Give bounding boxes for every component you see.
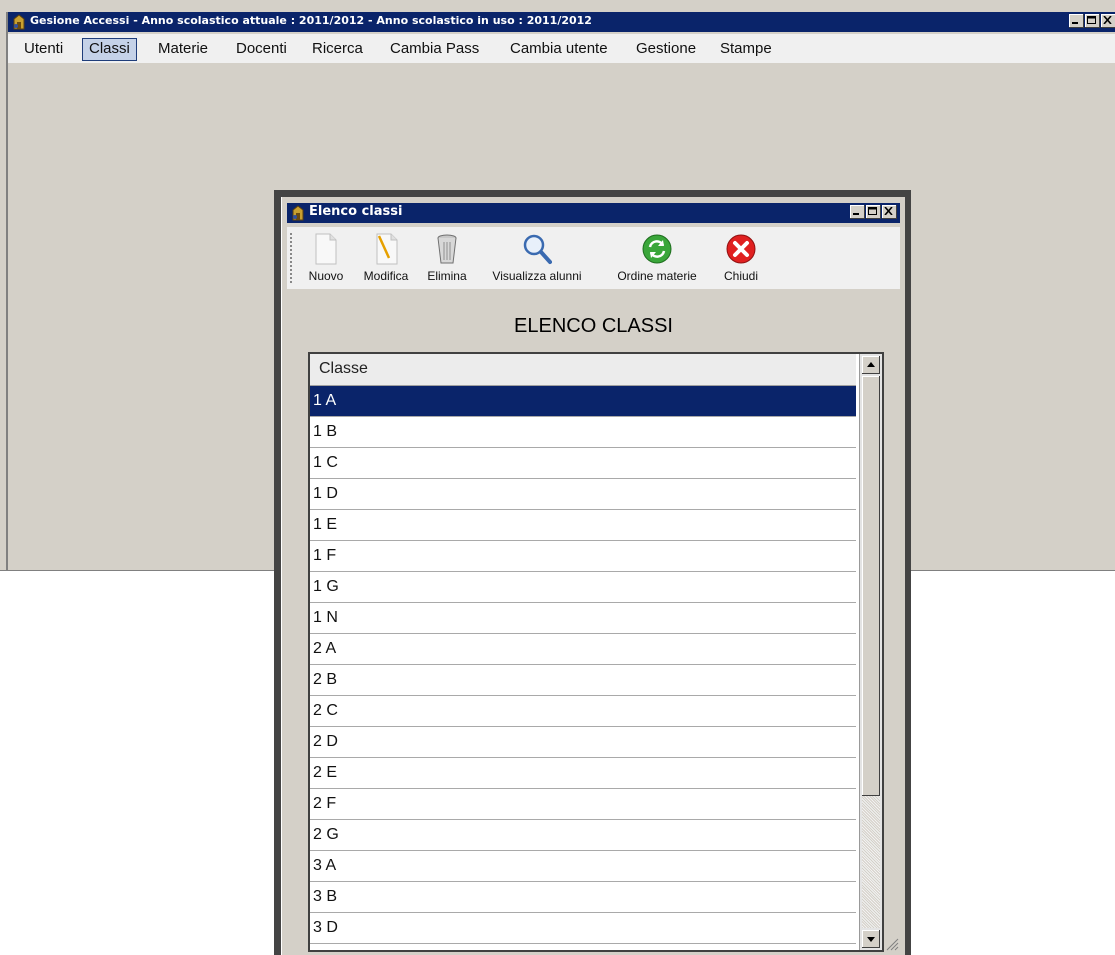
maximize-icon <box>868 207 877 215</box>
window-border <box>6 12 8 570</box>
table-row[interactable]: 3 D <box>310 913 856 944</box>
modifica-label: Modifica <box>363 269 409 283</box>
nuovo-button[interactable]: Nuovo <box>301 231 351 283</box>
ordine-materie-label: Ordine materie <box>617 269 697 283</box>
app-icon <box>292 205 304 221</box>
table-row[interactable]: 1 A <box>310 386 856 417</box>
elimina-label: Elimina <box>427 269 467 283</box>
menu-stampe[interactable]: Stampe <box>714 38 778 59</box>
column-header-classe[interactable]: Classe <box>310 354 856 386</box>
table-row[interactable]: 1 N <box>310 603 856 634</box>
menu-materie[interactable]: Materie <box>152 38 214 59</box>
maximize-button[interactable] <box>1085 14 1100 28</box>
minimize-icon <box>1072 22 1078 24</box>
table-row[interactable]: 2 G <box>310 820 856 851</box>
minimize-icon <box>853 213 859 215</box>
column-header-label: Classe <box>319 360 368 377</box>
scroll-up-button[interactable] <box>862 356 880 374</box>
toolbar: Nuovo Modifica Elimina Visualizza alunni… <box>287 227 900 289</box>
maximize-icon <box>1087 16 1096 24</box>
table-row[interactable]: 1 E <box>310 510 856 541</box>
close-button[interactable] <box>882 205 897 219</box>
table-row[interactable]: 1 F <box>310 541 856 572</box>
close-icon <box>884 207 893 215</box>
scrollbar-track[interactable] <box>862 796 880 928</box>
toolbar-grip[interactable] <box>290 233 295 283</box>
close-button[interactable] <box>1101 14 1115 28</box>
elenco-classi-dialog: Elenco classi Nuovo Modifica Elimina Vis… <box>274 190 911 955</box>
table-row[interactable]: 1 G <box>310 572 856 603</box>
dialog-title: Elenco classi <box>309 204 403 219</box>
table-row[interactable]: 2 E <box>310 758 856 789</box>
table-row[interactable]: 3 A <box>310 851 856 882</box>
table-row[interactable]: 2 C <box>310 696 856 727</box>
resize-grip-icon[interactable] <box>885 937 899 951</box>
main-window-title: Gesione Accessi - Anno scolastico attual… <box>30 14 592 27</box>
maximize-button[interactable] <box>866 205 881 219</box>
main-window-controls <box>1068 14 1115 28</box>
table-row[interactable]: 3 B <box>310 882 856 913</box>
arrow-down-icon <box>867 937 875 942</box>
close-red-icon <box>726 234 756 264</box>
nuovo-label: Nuovo <box>308 269 344 283</box>
chiudi-button[interactable]: Chiudi <box>715 231 767 283</box>
table-row[interactable]: 1 D <box>310 479 856 510</box>
app-icon <box>13 14 25 30</box>
scrollbar-thumb[interactable] <box>862 376 880 796</box>
menu-cambia-pass[interactable]: Cambia Pass <box>384 38 485 59</box>
trash-icon <box>437 234 457 264</box>
minimize-button[interactable] <box>850 205 865 219</box>
dialog-body: Elenco classi Nuovo Modifica Elimina Vis… <box>281 197 905 955</box>
edit-document-icon <box>376 233 398 265</box>
page-title: ELENCO CLASSI <box>514 315 673 337</box>
menu-utenti[interactable]: Utenti <box>18 38 69 59</box>
vertical-scrollbar[interactable] <box>859 354 882 950</box>
new-document-icon <box>315 233 337 265</box>
arrow-up-icon <box>867 362 875 367</box>
menu-cambia-utente[interactable]: Cambia utente <box>504 38 614 59</box>
menu-docenti[interactable]: Docenti <box>230 38 293 59</box>
menu-gestione[interactable]: Gestione <box>630 38 702 59</box>
chiudi-label: Chiudi <box>723 269 759 283</box>
dialog-window-controls <box>849 205 897 219</box>
table-row[interactable]: 2 B <box>310 665 856 696</box>
visualizza-alunni-label: Visualizza alunni <box>492 269 582 283</box>
table-row[interactable]: 2 F <box>310 789 856 820</box>
table-rows: 1 A1 B1 C1 D1 E1 F1 G1 N2 A2 B2 C2 D2 E2… <box>310 386 856 944</box>
table-row[interactable]: 2 A <box>310 634 856 665</box>
elimina-button[interactable]: Elimina <box>421 231 473 283</box>
refresh-icon <box>642 234 672 264</box>
menu-classi[interactable]: Classi <box>82 38 137 61</box>
ordine-materie-button[interactable]: Ordine materie <box>601 231 713 283</box>
table-row[interactable]: 1 B <box>310 417 856 448</box>
scroll-down-button[interactable] <box>862 930 880 948</box>
minimize-button[interactable] <box>1069 14 1084 28</box>
magnifier-icon <box>523 234 552 264</box>
visualizza-alunni-button[interactable]: Visualizza alunni <box>475 231 599 283</box>
menu-ricerca[interactable]: Ricerca <box>306 38 369 59</box>
close-icon <box>1103 16 1112 24</box>
main-title-bar[interactable]: Gesione Accessi - Anno scolastico attual… <box>8 12 1115 32</box>
table-row[interactable]: 2 D <box>310 727 856 758</box>
classi-table: Classe 1 A1 B1 C1 D1 E1 F1 G1 N2 A2 B2 C… <box>308 352 884 952</box>
modifica-button[interactable]: Modifica <box>353 231 419 283</box>
dialog-title-bar[interactable]: Elenco classi <box>287 203 900 223</box>
menu-bar: Utenti Classi Materie Docenti Ricerca Ca… <box>8 34 1115 63</box>
table-row[interactable]: 1 C <box>310 448 856 479</box>
